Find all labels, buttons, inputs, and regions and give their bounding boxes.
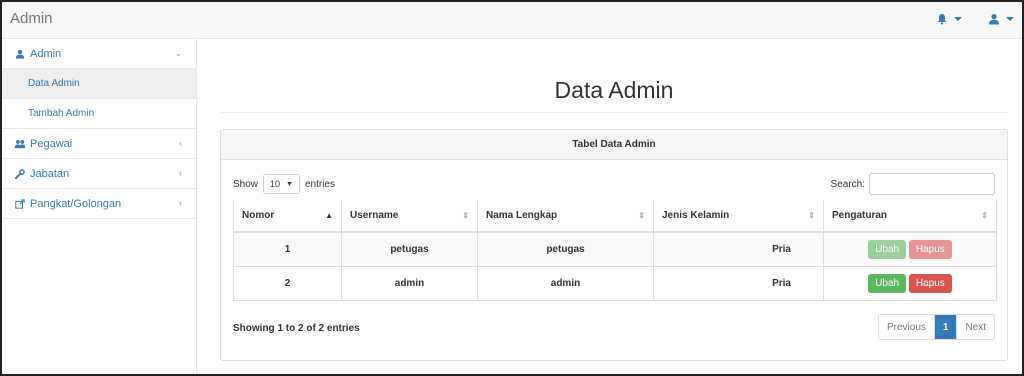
table-header-row: Nomor ▲ Username ⇕ Nama Lengkap ⇕ Jenis …	[233, 200, 997, 233]
sidebar: Admin ⌄ Data Admin Tambah Admin Pegawai …	[2, 39, 197, 374]
user-icon	[989, 14, 999, 25]
navbar-right	[936, 13, 1014, 25]
table-row: 1 petugas petugas Pria Ubah Hapus	[233, 232, 997, 267]
users-icon	[14, 139, 26, 149]
sidebar-item-pegawai[interactable]: Pegawai ‹	[2, 129, 196, 159]
column-header-username[interactable]: Username ⇕	[341, 200, 478, 233]
cell-nama-lengkap: admin	[477, 266, 654, 301]
cell-actions: Ubah Hapus	[823, 266, 997, 301]
cell-username: admin	[341, 266, 478, 301]
length-control: Show 10 ▼ entries	[233, 174, 335, 194]
sidebar-item-admin[interactable]: Admin ⌄	[2, 39, 196, 69]
user-icon	[14, 49, 26, 59]
search-input[interactable]	[869, 173, 995, 195]
sidebar-item-jabatan[interactable]: Jabatan ‹	[2, 159, 196, 189]
sidebar-item-pangkat-golongan[interactable]: Pangkat/Golongan ‹	[2, 189, 196, 219]
sidebar-item-label: Admin	[30, 47, 62, 60]
chevron-left-icon: ‹	[179, 198, 182, 208]
sort-icon: ⇕	[462, 211, 469, 220]
notifications-dropdown[interactable]	[936, 13, 962, 25]
page-button-current[interactable]: 1	[934, 315, 957, 339]
sidebar-item-label: Pangkat/Golongan	[30, 197, 122, 210]
delete-button[interactable]: Hapus	[908, 273, 952, 293]
column-label: Pengaturan	[832, 210, 888, 221]
table-row: 2 admin admin Pria Ubah Hapus	[233, 266, 997, 301]
chevron-down-icon	[954, 17, 962, 21]
cell-jenis-kelamin: Pria	[653, 266, 824, 301]
wrench-icon	[14, 168, 26, 179]
entries-select[interactable]: 10 ▼	[263, 174, 300, 194]
cell-actions: Ubah Hapus	[823, 232, 997, 267]
data-table: Nomor ▲ Username ⇕ Nama Lengkap ⇕ Jenis …	[233, 200, 997, 301]
chevron-down-icon	[1006, 17, 1014, 21]
search-control: Search:	[831, 173, 995, 195]
edit-button[interactable]: Ubah	[868, 239, 907, 259]
sort-icon: ⇕	[981, 211, 988, 220]
column-header-pengaturan[interactable]: Pengaturan ⇕	[823, 200, 997, 233]
table-info: Showing 1 to 2 of 2 entries	[233, 323, 360, 334]
chevron-down-icon: ⌄	[174, 48, 182, 58]
entries-select-value: 10	[270, 179, 281, 189]
cell-username: petugas	[341, 232, 478, 267]
cell-jenis-kelamin: Pria	[653, 232, 824, 267]
sidebar-item-label: Jabatan	[30, 167, 70, 180]
panel-title: Tabel Data Admin	[221, 130, 1007, 160]
delete-button[interactable]: Hapus	[908, 239, 952, 259]
column-header-nama-lengkap[interactable]: Nama Lengkap ⇕	[477, 200, 654, 233]
user-dropdown[interactable]	[988, 13, 1014, 25]
external-link-icon	[14, 198, 26, 209]
chevron-left-icon: ‹	[179, 138, 182, 148]
column-label: Nama Lengkap	[486, 210, 558, 221]
column-label: Jenis Kelamin	[662, 210, 730, 221]
sidebar-item-label: Pegawai	[30, 137, 73, 150]
sort-icon: ⇕	[638, 211, 645, 220]
length-prefix: Show	[233, 178, 259, 190]
previous-button[interactable]: Previous	[879, 315, 935, 339]
sidebar-item-tambah-admin[interactable]: Tambah Admin	[2, 99, 196, 129]
search-label: Search:	[830, 178, 865, 190]
length-suffix: entries	[304, 178, 335, 190]
column-header-jenis-kelamin[interactable]: Jenis Kelamin ⇕	[653, 200, 824, 233]
column-label: Nomor	[242, 210, 275, 221]
sort-asc-icon: ▲	[325, 211, 333, 220]
column-header-nomor[interactable]: Nomor ▲	[233, 200, 342, 233]
sort-icon: ⇕	[808, 211, 815, 220]
sidebar-item-data-admin[interactable]: Data Admin	[2, 69, 196, 99]
cell-nama-lengkap: petugas	[477, 232, 654, 267]
navbar-brand[interactable]: Admin	[10, 10, 53, 27]
pagination: Previous 1 Next	[877, 314, 995, 340]
page-title: Data Admin	[554, 77, 674, 103]
column-label: Username	[350, 210, 399, 221]
edit-button[interactable]: Ubah	[868, 273, 907, 293]
data-panel: Tabel Data Admin Show 10 ▼ entries Searc…	[220, 129, 1008, 361]
cell-nomor: 2	[233, 266, 342, 301]
title-divider	[220, 112, 1008, 113]
cell-nomor: 1	[233, 232, 342, 267]
bell-icon	[937, 14, 947, 25]
top-navbar: Admin	[2, 2, 1022, 39]
main-content: Data Admin Tabel Data Admin Show 10 ▼ en…	[198, 39, 1022, 374]
chevron-down-icon: ▼	[286, 180, 293, 188]
next-button[interactable]: Next	[956, 315, 994, 339]
chevron-left-icon: ‹	[179, 168, 182, 178]
app-window: Admin Admin ⌄ Data Admin Tambah Admin Pe…	[0, 0, 1024, 376]
